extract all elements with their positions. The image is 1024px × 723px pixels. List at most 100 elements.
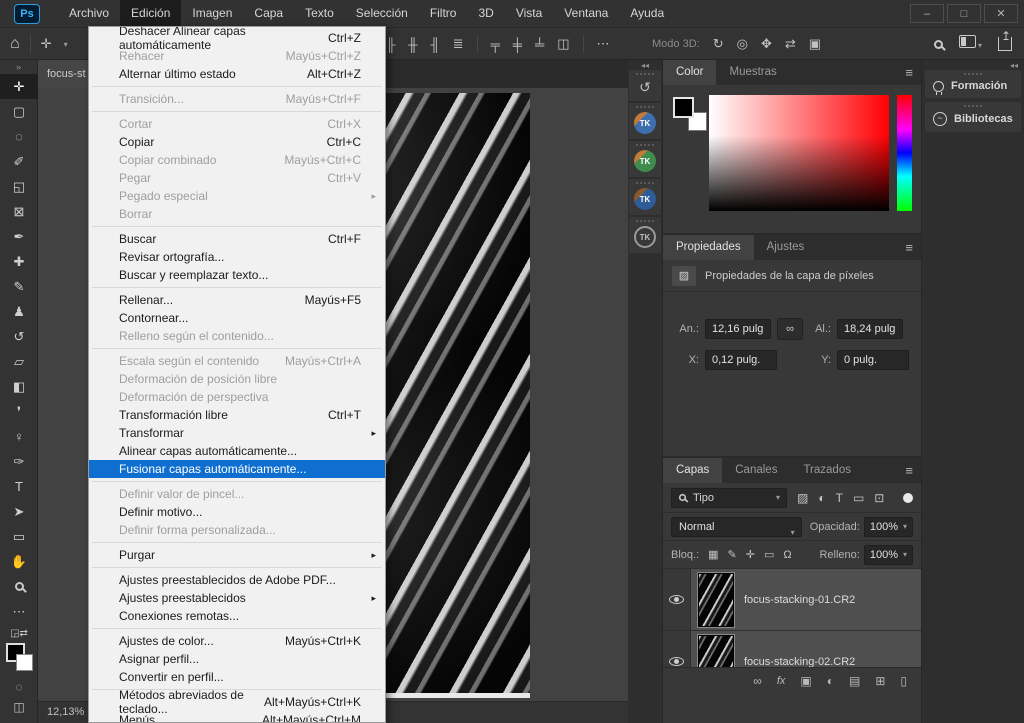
distribute-menu-icon[interactable]: ≣	[453, 36, 464, 52]
hue-slider[interactable]	[897, 95, 912, 211]
layer-mask-icon[interactable]: ▣	[800, 674, 811, 688]
brush-tool[interactable]: ✎	[0, 274, 38, 299]
panel-menu-icon[interactable]: ≡	[905, 458, 913, 483]
align-left-edges-icon[interactable]: ╟	[386, 37, 395, 52]
eye-icon[interactable]	[669, 657, 684, 666]
menu-item-asignar-perfil[interactable]: Asignar perfil...	[89, 650, 385, 668]
align-bottom-edges-icon[interactable]: ╧	[535, 37, 544, 52]
actions-panel-icon[interactable]: ↺	[629, 79, 661, 96]
background-color-swatch[interactable]	[16, 654, 33, 671]
zoom-level[interactable]: 12,13%	[47, 706, 84, 718]
menu-texto[interactable]: Texto	[294, 0, 345, 28]
menu-3d[interactable]: 3D	[467, 0, 504, 28]
menu-ayuda[interactable]: Ayuda	[619, 0, 675, 28]
lock-all-icon[interactable]: Ω	[783, 549, 791, 561]
path-selection-tool[interactable]: ➤	[0, 499, 38, 524]
more-tools-icon[interactable]: ⋯	[0, 599, 38, 624]
tk7-panel-icon-4-card[interactable]: TK	[629, 217, 661, 253]
3d-orbit-icon[interactable]: ↻	[713, 36, 724, 52]
menu-item-metodos-abreviados-de-teclado[interactable]: Métodos abreviados de teclado...Alt+Mayú…	[89, 693, 385, 711]
menu-item-alinear-capas-automaticamente[interactable]: Alinear capas automáticamente...	[89, 442, 385, 460]
menu-item-ajustes-preestablecidos[interactable]: Ajustes preestablecidos▸	[89, 589, 385, 607]
properties-tab-propiedades[interactable]: Propiedades	[663, 235, 754, 260]
layer-filter-dropdown[interactable]: Tipo ▾	[671, 488, 787, 508]
healing-brush-tool[interactable]: ✚	[0, 249, 38, 274]
panel-menu-icon[interactable]: ≡	[905, 60, 913, 85]
align-horizontal-centers-icon[interactable]: ╪	[513, 37, 522, 52]
color-tab-muestras[interactable]: Muestras	[716, 60, 789, 85]
menu-item-rellenar[interactable]: Rellenar...Mayús+F5	[89, 291, 385, 309]
delete-layer-icon[interactable]: ▯	[900, 674, 907, 688]
zoom-tool[interactable]	[0, 574, 38, 599]
pen-tool[interactable]: ✑	[0, 449, 38, 474]
gradient-tool[interactable]: ◧	[0, 374, 38, 399]
tk7-panel-icon-2[interactable]: TK	[634, 150, 656, 172]
saturation-brightness-field[interactable]	[709, 95, 889, 211]
height-field[interactable]: 18,24 pulg	[837, 319, 903, 339]
color-swatches[interactable]	[4, 643, 34, 671]
distribute-spacing-icon[interactable]: ◫	[557, 36, 569, 52]
foreground-color-swatch[interactable]	[673, 97, 694, 118]
menu-item-ajustes-de-color[interactable]: Ajustes de color...Mayús+Ctrl+K	[89, 632, 385, 650]
history-brush-tool[interactable]: ↺	[0, 324, 38, 349]
type-tool[interactable]: T	[0, 474, 38, 499]
menu-seleccion[interactable]: Selección	[345, 0, 419, 28]
tk7-panel-icon-2-card[interactable]: TK	[629, 141, 661, 177]
width-field[interactable]: 12,16 pulg	[705, 319, 771, 339]
y-field[interactable]: 0 pulg.	[837, 350, 909, 370]
x-field[interactable]: 0,12 pulg.	[705, 350, 777, 370]
search-icon[interactable]	[934, 40, 943, 49]
color-tab-color[interactable]: Color	[663, 60, 716, 85]
color-swatches[interactable]	[673, 97, 707, 131]
tk7-panel-icon-1[interactable]: TK	[634, 112, 656, 134]
3d-slide-icon[interactable]: ⇄	[785, 36, 796, 52]
3d-drag-icon[interactable]: ✥	[761, 36, 772, 52]
new-layer-icon[interactable]: ⊞	[875, 674, 885, 688]
layer-style-icon[interactable]: fx	[777, 675, 786, 687]
menu-item-definir-motivo[interactable]: Definir motivo...	[89, 503, 385, 521]
menu-vista[interactable]: Vista	[505, 0, 553, 28]
menu-imagen[interactable]: Imagen	[181, 0, 243, 28]
3d-camera-icon[interactable]: ▣	[809, 36, 821, 52]
menu-ventana[interactable]: Ventana	[553, 0, 619, 28]
rectangular-marquee-tool[interactable]: ▢	[0, 99, 38, 124]
rectangle-tool[interactable]: ▭	[0, 524, 38, 549]
eyedropper-tool[interactable]: ✒	[0, 224, 38, 249]
link-dimensions-icon[interactable]: ∞	[777, 318, 803, 340]
layers-tab-capas[interactable]: Capas	[663, 458, 722, 483]
lasso-tool[interactable]: ◌	[0, 124, 38, 149]
lock-paint-icon[interactable]: ✎	[728, 548, 737, 561]
minimize-button[interactable]: –	[910, 4, 944, 23]
share-icon[interactable]	[998, 37, 1012, 51]
menu-item-transformacion-libre[interactable]: Transformación libreCtrl+T	[89, 406, 385, 424]
blur-tool[interactable]: ❜	[0, 399, 38, 424]
tk7-panel-icon-3-card[interactable]: TK	[629, 179, 661, 215]
move-tool[interactable]: ✛	[0, 74, 38, 99]
lock-transparency-icon[interactable]: ▦	[708, 548, 718, 561]
menu-capa[interactable]: Capa	[243, 0, 294, 28]
layers-tab-trazados[interactable]: Trazados	[790, 458, 864, 483]
align-right-edges-icon[interactable]: ╢	[430, 37, 439, 52]
dodge-tool[interactable]: ♀	[0, 424, 38, 449]
libraries-panel-card[interactable]: ~ Bibliotecas	[925, 102, 1021, 132]
layer-thumbnail[interactable]	[698, 573, 734, 627]
menu-item-transformar[interactable]: Transformar▸	[89, 424, 385, 442]
lock-position-icon[interactable]: ✛	[746, 548, 755, 561]
hand-tool[interactable]: ✋	[0, 549, 38, 574]
screen-mode-icon[interactable]: ◫	[0, 697, 38, 717]
menu-item-purgar[interactable]: Purgar▸	[89, 546, 385, 564]
layer-group-icon[interactable]: ▤	[849, 674, 860, 688]
menu-item-copiar[interactable]: CopiarCtrl+C	[89, 133, 385, 151]
menu-item-revisar-ortografia[interactable]: Revisar ortografía...	[89, 248, 385, 266]
more-align-options-icon[interactable]: ⋯	[597, 36, 610, 52]
clone-stamp-tool[interactable]: ♟	[0, 299, 38, 324]
menu-item-deshacer-alinear-capas-automaticamente[interactable]: Deshacer Alinear capas automáticamenteCt…	[89, 29, 385, 47]
menu-item-convertir-en-perfil[interactable]: Convertir en perfil...	[89, 668, 385, 686]
fill-field[interactable]: 100%▾	[864, 545, 913, 565]
tk7-panel-icon-4[interactable]: TK	[634, 226, 656, 248]
collapse-dock-icon[interactable]: ◂◂	[628, 61, 662, 70]
learn-panel-card[interactable]: Formación	[925, 70, 1021, 98]
align-vertical-centers-icon[interactable]: ╫	[408, 37, 417, 52]
filter-adjustment-layers-icon[interactable]: ◐	[818, 491, 825, 505]
layer-content[interactable]: focus-stacking-01.CR2	[691, 569, 921, 630]
